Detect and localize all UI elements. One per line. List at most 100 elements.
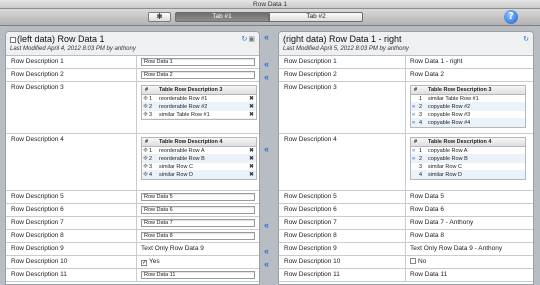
table-row[interactable]: ✥ 4 similar Row D ✖ <box>142 171 256 179</box>
row-data-6-input[interactable]: Row Data 6 <box>141 206 255 214</box>
delete-icon[interactable]: ✖ <box>249 147 254 155</box>
row-data-7-input[interactable]: Row Data 7 <box>141 219 255 227</box>
arrow-left-icon[interactable]: « <box>264 260 269 269</box>
drag-handle-icon[interactable]: ✥ <box>143 171 148 179</box>
row-label: Row Description 9 <box>11 245 64 252</box>
right-panel: (right data) Row Data 1 - right Last Mod… <box>278 31 534 285</box>
row-data-11-input[interactable]: Row Data 11 <box>141 271 255 279</box>
row-data-10-checkbox[interactable] <box>141 260 147 266</box>
arrow-left-icon[interactable]: « <box>412 147 415 155</box>
table-row-description-3: # Table Row Description 3 ✥ 1 reorderable R… <box>141 85 257 120</box>
table-row: «4 copyable Row #4 <box>411 119 525 127</box>
row-data-7-text: Row Data 7 - Anthony <box>410 219 474 226</box>
row-label: Row Description 2 <box>284 71 337 78</box>
drag-handle-icon[interactable]: ✥ <box>143 111 148 119</box>
row-5: Row Description 5 Row Data 5 <box>279 191 533 204</box>
row-label: Row Description 7 <box>284 219 337 226</box>
table-row: «2 copyable Row #2 <box>411 103 525 111</box>
delete-icon[interactable]: ✖ <box>249 163 254 171</box>
arrow-left-icon[interactable]: « <box>264 33 269 42</box>
row-data-8-input[interactable]: Row Data 8 <box>141 232 255 240</box>
table-row: 3 similar Row C <box>411 163 525 171</box>
row-2: Row Description 2 Row Data 2 <box>6 69 259 82</box>
delete-icon[interactable]: ✖ <box>249 103 254 111</box>
arrow-left-icon[interactable]: « <box>412 119 415 127</box>
table-row[interactable]: ✥ 3 similar Row C ✖ <box>142 163 256 171</box>
table-row: «2 copyable Row B <box>411 155 525 163</box>
row-data-9-text: Text Only Row Data 9 - Anthony <box>410 245 503 252</box>
save-icon[interactable]: ▣ <box>248 36 255 43</box>
left-subtitle: Last Modified April 4, 2012 8:03 PM by a… <box>10 46 136 52</box>
row-label: Row Description 1 <box>284 58 337 65</box>
row-label: Row Description 8 <box>284 232 337 239</box>
row-label: Row Description 10 <box>11 258 68 265</box>
table-row[interactable]: ✥ 3 similar Table Row #1 ✖ <box>142 111 256 119</box>
drag-handle-icon[interactable]: ✥ <box>143 147 148 155</box>
arrow-left-icon[interactable]: « <box>264 221 269 230</box>
arrow-left-icon[interactable]: « <box>264 60 269 69</box>
table-row[interactable]: ✥ 1 reorderable Row A ✖ <box>142 147 256 155</box>
table-row-description-3: # Table Row Description 3 1 similar Table … <box>410 85 526 128</box>
arrow-left-icon[interactable]: « <box>264 145 269 154</box>
delete-icon[interactable]: ✖ <box>249 155 254 163</box>
row-label: Row Description 4 <box>11 136 64 143</box>
row-3: Row Description 3 # Table Row Description… <box>279 82 533 134</box>
tab-1[interactable]: Tab #1 <box>175 12 269 22</box>
tab-2[interactable]: Tab #2 <box>269 12 363 22</box>
row-11: Row Description 11 Row Data 11 <box>279 269 533 282</box>
arrow-left-icon[interactable]: « <box>412 155 415 163</box>
row-label: Row Description 2 <box>11 71 64 78</box>
row-data-10-label: No <box>418 258 427 265</box>
row-data-1-input[interactable]: Row Data 1 <box>141 58 255 66</box>
drag-handle-icon[interactable]: ✥ <box>143 103 148 111</box>
table-row-description-4: # Table Row Description 4 «1 copyable Row … <box>410 137 526 180</box>
delete-icon[interactable]: ✖ <box>249 171 254 179</box>
row-4: Row Description 4 # Table Row Description… <box>279 134 533 191</box>
row-10: Row Description 10 Yes <box>6 256 259 269</box>
drag-handle-icon[interactable]: ✥ <box>143 163 148 171</box>
row-label: Row Description 1 <box>11 58 64 65</box>
left-panel-header: (left data) Row Data 1 Last Modified Apr… <box>6 32 259 56</box>
table-row[interactable]: ✥ 1 reorderable Row #1 ✖ <box>142 95 256 103</box>
select-checkbox[interactable] <box>10 36 16 43</box>
drag-handle-icon[interactable]: ✥ <box>143 155 148 163</box>
table-row: «3 copyable Row #3 <box>411 111 525 119</box>
row-8: Row Description 8 Row Data 8 <box>279 230 533 243</box>
help-icon[interactable]: ? <box>504 10 518 24</box>
row-label: Row Description 5 <box>11 193 64 200</box>
row-label: Row Description 4 <box>284 136 337 143</box>
row-4: Row Description 4 # Table Row Description… <box>6 134 259 191</box>
row-data-5-input[interactable]: Row Data 5 <box>141 193 255 201</box>
arrow-left-icon[interactable]: « <box>264 73 269 82</box>
toolbar: ✱ Tab #1 Tab #2 ? <box>0 9 540 26</box>
table-row: «1 copyable Row A <box>411 147 525 155</box>
row-label: Row Description 9 <box>284 245 337 252</box>
row-data-2-input[interactable]: Row Data 2 <box>141 71 255 79</box>
row-label: Row Description 8 <box>11 232 64 239</box>
table-row[interactable]: ✥ 2 reorderable Row #2 ✖ <box>142 103 256 111</box>
row-data-10-checkbox <box>410 258 416 264</box>
row-11: Row Description 11 Row Data 11 <box>6 269 259 282</box>
gear-icon[interactable]: ✱ <box>148 12 171 22</box>
row-label: Row Description 6 <box>11 206 64 213</box>
arrow-left-icon[interactable]: « <box>412 111 415 119</box>
right-title: (right data) Row Data 1 - right <box>283 34 402 44</box>
row-2: Row Description 2 Row Data 2 <box>279 69 533 82</box>
refresh-icon[interactable]: ↻ <box>523 36 529 43</box>
right-subtitle: Last Modified April 5, 2012 8:03 PM by a… <box>283 46 409 52</box>
row-5: Row Description 5 Row Data 5 <box>6 191 259 204</box>
row-label: Row Description 3 <box>284 84 337 91</box>
row-1: Row Description 1 Row Data 1 - right <box>279 56 533 69</box>
delete-icon[interactable]: ✖ <box>249 111 254 119</box>
arrow-left-icon[interactable]: « <box>264 247 269 256</box>
arrow-left-icon[interactable]: « <box>412 103 415 111</box>
delete-icon[interactable]: ✖ <box>249 95 254 103</box>
row-6: Row Description 6 Row Data 6 <box>279 204 533 217</box>
copy-arrows: « « « « « « « <box>261 31 277 285</box>
row-7: Row Description 7 Row Data 7 <box>6 217 259 230</box>
row-10: Row Description 10 No <box>279 256 533 269</box>
drag-handle-icon[interactable]: ✥ <box>143 95 148 103</box>
refresh-icon[interactable]: ↻ <box>242 36 248 43</box>
table-row[interactable]: ✥ 2 reorderable Row B ✖ <box>142 155 256 163</box>
row-3: Row Description 3 # Table Row Description… <box>6 82 259 134</box>
